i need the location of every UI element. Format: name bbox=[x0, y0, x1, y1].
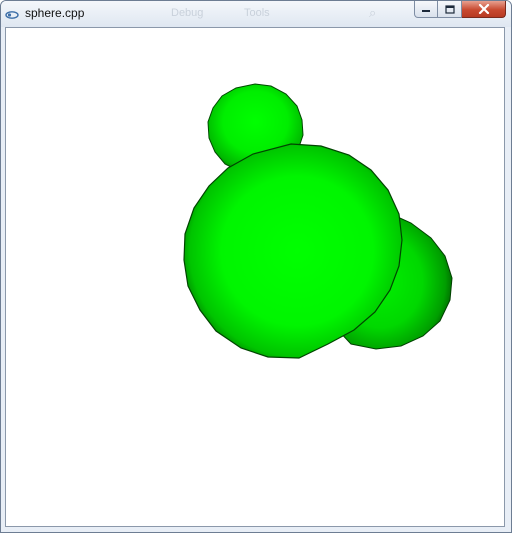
minimize-button[interactable] bbox=[414, 1, 438, 18]
background-search-icon-ghost: ⌕ bbox=[369, 5, 377, 20]
rendered-scene bbox=[183, 83, 453, 359]
app-icon[interactable] bbox=[5, 8, 19, 20]
application-window: Debug Tools ⌕ sphere.cpp bbox=[0, 0, 512, 533]
minimize-icon bbox=[422, 10, 430, 12]
background-menu-ghost: Debug bbox=[171, 7, 204, 19]
opengl-canvas[interactable] bbox=[5, 27, 505, 527]
close-icon bbox=[478, 4, 489, 14]
window-title: sphere.cpp bbox=[25, 6, 85, 20]
maximize-icon bbox=[444, 4, 455, 14]
maximize-button[interactable] bbox=[438, 1, 462, 18]
title-bar[interactable]: Debug Tools ⌕ sphere.cpp bbox=[1, 1, 511, 27]
background-menu-ghost: Tools bbox=[244, 7, 270, 19]
close-button[interactable] bbox=[462, 1, 506, 18]
window-controls bbox=[414, 1, 506, 19]
